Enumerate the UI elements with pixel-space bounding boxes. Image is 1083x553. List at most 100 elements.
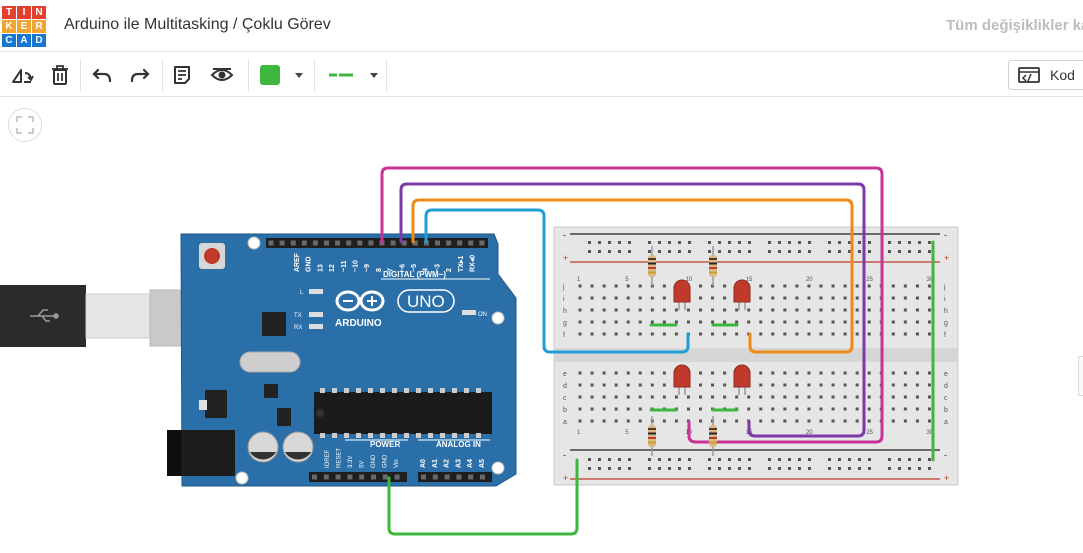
terminal-hole[interactable] <box>891 371 895 375</box>
terminal-hole[interactable] <box>867 284 871 288</box>
header-pin-hole[interactable] <box>468 474 474 480</box>
rail-hole[interactable] <box>608 458 611 461</box>
terminal-hole[interactable] <box>638 407 642 411</box>
rotate-button[interactable] <box>8 61 36 89</box>
terminal-hole[interactable] <box>759 296 763 300</box>
terminal-hole[interactable] <box>771 395 775 399</box>
chevron-down-icon[interactable] <box>295 73 303 78</box>
terminal-hole[interactable] <box>699 383 702 387</box>
rail-hole[interactable] <box>628 458 631 461</box>
terminal-hole[interactable] <box>759 371 763 375</box>
rail-hole[interactable] <box>648 458 651 461</box>
terminal-hole[interactable] <box>771 419 775 423</box>
terminal-hole[interactable] <box>867 419 871 423</box>
terminal-hole[interactable] <box>735 308 739 312</box>
terminal-hole[interactable] <box>590 320 594 324</box>
terminal-hole[interactable] <box>795 395 799 399</box>
terminal-hole[interactable] <box>831 284 835 288</box>
terminal-hole[interactable] <box>867 395 871 399</box>
terminal-hole[interactable] <box>927 296 931 300</box>
rail-hole[interactable] <box>768 241 771 244</box>
rail-hole[interactable] <box>748 250 751 253</box>
terminal-hole[interactable] <box>927 308 931 312</box>
terminal-hole[interactable] <box>927 332 931 336</box>
terminal-hole[interactable] <box>831 371 835 375</box>
usb-cable[interactable] <box>0 285 207 347</box>
terminal-hole[interactable] <box>903 284 907 288</box>
terminal-hole[interactable] <box>783 308 787 312</box>
terminal-hole[interactable] <box>903 383 907 387</box>
header-pin-hole[interactable] <box>382 474 388 480</box>
rail-hole[interactable] <box>928 458 931 461</box>
header-pin-hole[interactable] <box>394 474 400 480</box>
terminal-hole[interactable] <box>783 371 787 375</box>
terminal-hole[interactable] <box>626 332 630 336</box>
terminal-hole[interactable] <box>638 371 642 375</box>
header-pin-hole[interactable] <box>290 240 296 246</box>
terminal-hole[interactable] <box>855 308 859 312</box>
rail-hole[interactable] <box>628 467 631 470</box>
rail-hole[interactable] <box>908 467 911 470</box>
rail-hole[interactable] <box>608 467 611 470</box>
terminal-hole[interactable] <box>626 419 630 423</box>
terminal-hole[interactable] <box>783 284 787 288</box>
terminal-hole[interactable] <box>662 371 666 375</box>
terminal-hole[interactable] <box>903 407 907 411</box>
terminal-hole[interactable] <box>771 332 775 336</box>
terminal-hole[interactable] <box>626 296 630 300</box>
rail-hole[interactable] <box>928 250 931 253</box>
terminal-hole[interactable] <box>891 308 895 312</box>
rail-hole[interactable] <box>658 467 661 470</box>
terminal-hole[interactable] <box>686 308 690 312</box>
rail-hole[interactable] <box>588 458 591 461</box>
terminal-hole[interactable] <box>602 332 606 336</box>
header-pin-hole[interactable] <box>312 474 317 480</box>
terminal-hole[interactable] <box>807 296 811 300</box>
rail-hole[interactable] <box>618 467 621 470</box>
terminal-hole[interactable] <box>915 284 919 288</box>
terminal-hole[interactable] <box>819 284 823 288</box>
rail-hole[interactable] <box>608 250 611 253</box>
terminal-hole[interactable] <box>903 419 907 423</box>
terminal-hole[interactable] <box>674 395 678 399</box>
rail-hole[interactable] <box>688 467 691 470</box>
rail-hole[interactable] <box>768 458 771 461</box>
terminal-hole[interactable] <box>711 332 715 336</box>
terminal-hole[interactable] <box>831 383 835 387</box>
terminal-hole[interactable] <box>650 296 654 300</box>
terminal-hole[interactable] <box>614 320 618 324</box>
rail-hole[interactable] <box>858 467 861 470</box>
reset-button[interactable] <box>204 248 220 264</box>
rail-hole[interactable] <box>888 467 891 470</box>
redo-button[interactable] <box>126 61 154 89</box>
terminal-hole[interactable] <box>891 296 895 300</box>
undo-button[interactable] <box>88 61 116 89</box>
terminal-hole[interactable] <box>867 308 871 312</box>
rail-hole[interactable] <box>898 241 901 244</box>
header-pin-hole[interactable] <box>480 474 485 480</box>
rail-hole[interactable] <box>658 458 661 461</box>
terminal-hole[interactable] <box>614 284 618 288</box>
terminal-hole[interactable] <box>807 419 811 423</box>
rail-hole[interactable] <box>598 458 601 461</box>
terminal-hole[interactable] <box>795 320 799 324</box>
document-title[interactable]: Arduino ile Multitasking / Çoklu Görev <box>64 16 331 34</box>
terminal-hole[interactable] <box>674 419 678 423</box>
terminal-hole[interactable] <box>602 371 606 375</box>
terminal-hole[interactable] <box>711 308 715 312</box>
rail-hole[interactable] <box>678 458 681 461</box>
rail-hole[interactable] <box>688 458 691 461</box>
terminal-hole[interactable] <box>819 395 823 399</box>
rail-hole[interactable] <box>838 250 841 253</box>
terminal-hole[interactable] <box>662 395 666 399</box>
terminal-hole[interactable] <box>795 332 799 336</box>
terminal-hole[interactable] <box>807 395 811 399</box>
terminal-hole[interactable] <box>867 371 871 375</box>
terminal-hole[interactable] <box>650 371 654 375</box>
terminal-hole[interactable] <box>674 332 678 336</box>
terminal-hole[interactable] <box>602 308 606 312</box>
terminal-hole[interactable] <box>891 407 895 411</box>
terminal-hole[interactable] <box>711 395 715 399</box>
terminal-hole[interactable] <box>614 419 618 423</box>
terminal-hole[interactable] <box>638 320 642 324</box>
